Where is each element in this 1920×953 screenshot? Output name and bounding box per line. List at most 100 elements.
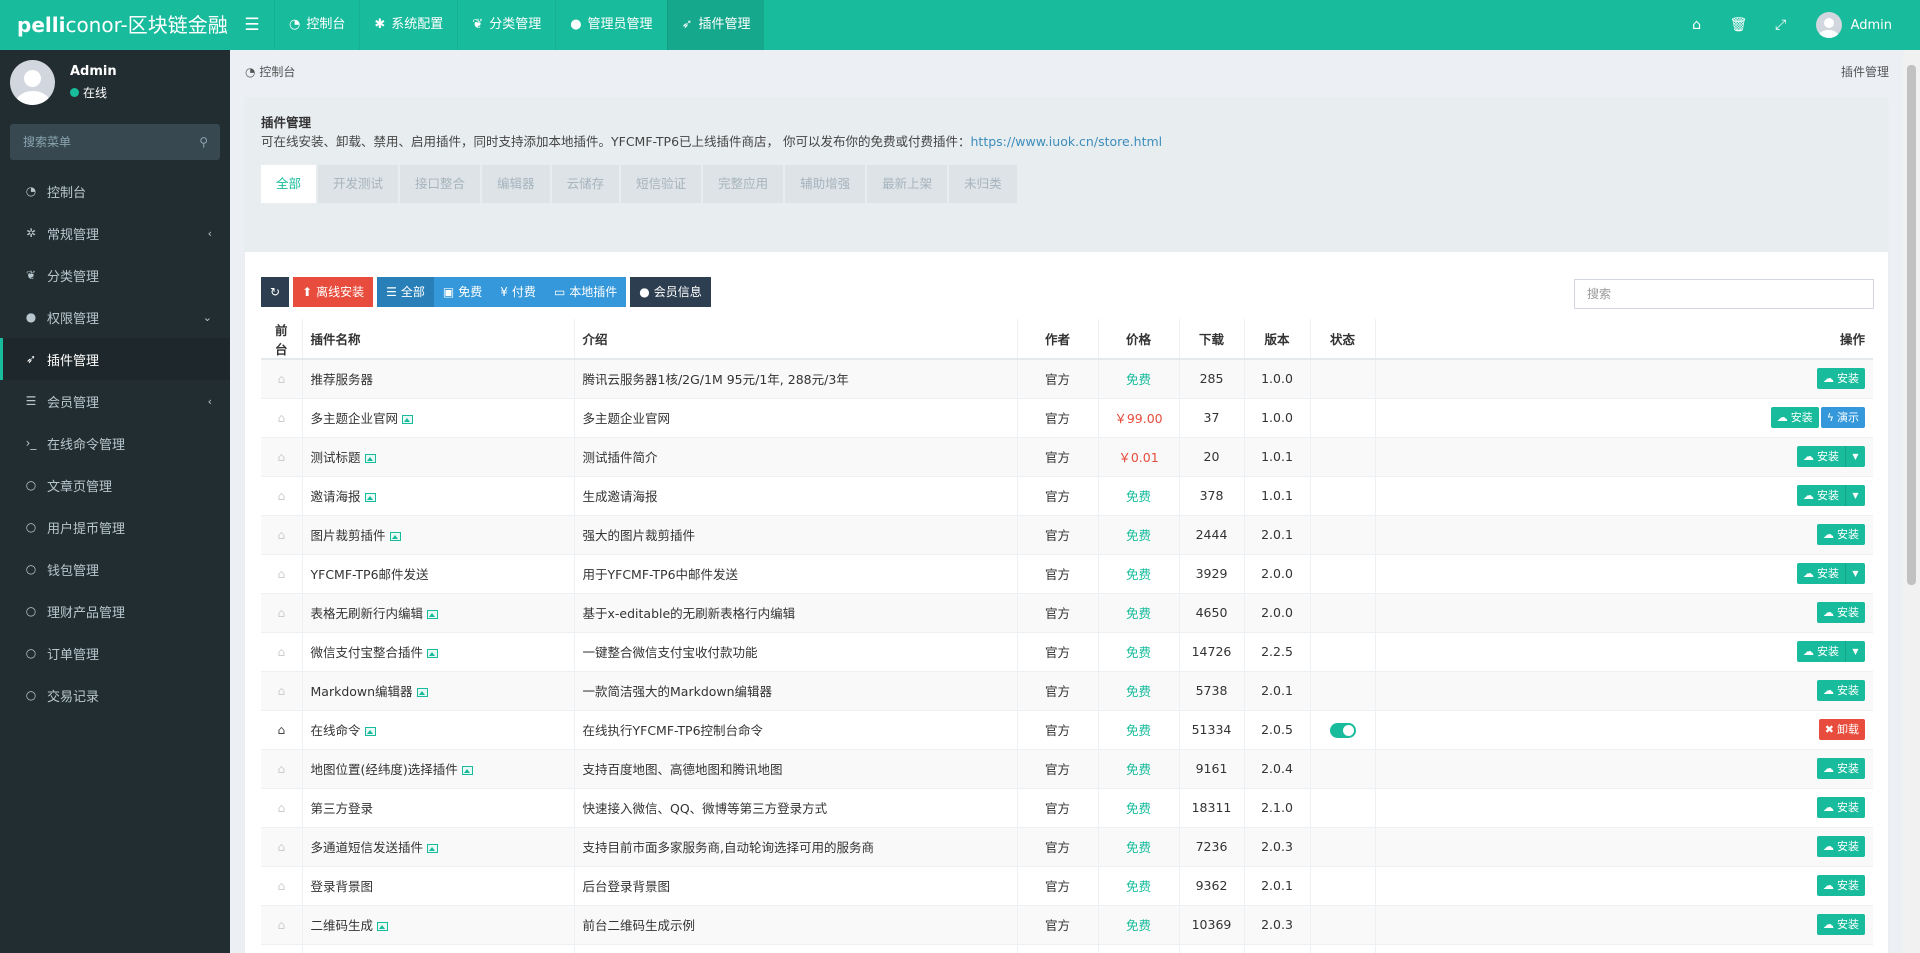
plugin-name[interactable]: 微信支付宝整合插件 xyxy=(311,645,424,660)
install-button[interactable]: ☁ 安装 xyxy=(1817,875,1865,896)
tab-8[interactable]: 最新上架 xyxy=(867,165,948,203)
sidebar-item-9[interactable]: ○ 钱包管理 xyxy=(0,548,230,590)
home-icon[interactable]: ⌂ xyxy=(1676,0,1718,50)
image-icon[interactable] xyxy=(416,688,428,697)
member-info-button[interactable]: ● 会员信息 xyxy=(630,277,711,307)
tab-2[interactable]: 接口整合 xyxy=(400,165,481,203)
tab-1[interactable]: 开发测试 xyxy=(318,165,399,203)
sidebar-toggle-icon[interactable]: ☰ xyxy=(230,0,274,50)
filter-paid-button[interactable]: ¥ 付费 xyxy=(491,277,545,307)
uninstall-button[interactable]: ✖ 卸载 xyxy=(1818,719,1865,740)
app-logo[interactable]: pelliconor-区块链金融 xyxy=(0,0,230,50)
image-icon[interactable] xyxy=(364,493,376,502)
fullscreen-icon[interactable]: ⤢ xyxy=(1760,0,1802,50)
sidebar-item-12[interactable]: ○ 交易记录 xyxy=(0,674,230,716)
install-button[interactable]: ☁ 安装 xyxy=(1817,914,1865,935)
install-button[interactable]: ☁ 安装 xyxy=(1817,758,1865,779)
install-button[interactable]: ☁ 安装 xyxy=(1797,641,1845,662)
caret-down-icon[interactable]: ▼ xyxy=(1845,446,1865,467)
filter-all-button[interactable]: ☰ 全部 xyxy=(377,277,434,307)
plugin-name[interactable]: 表格无刷新行内编辑 xyxy=(311,606,424,621)
install-button[interactable]: ☁ 安装 xyxy=(1817,836,1865,857)
plugin-name[interactable]: Markdown编辑器 xyxy=(311,684,413,699)
column-header[interactable]: 作者 xyxy=(1017,319,1099,360)
tab-7[interactable]: 辅助增强 xyxy=(785,165,866,203)
tab-5[interactable]: 短信验证 xyxy=(621,165,702,203)
sidebar-item-10[interactable]: ○ 理财产品管理 xyxy=(0,590,230,632)
column-header[interactable]: 价格 xyxy=(1098,319,1180,360)
image-icon[interactable] xyxy=(427,610,439,619)
column-header[interactable]: 下载 xyxy=(1179,319,1245,360)
topnav-item-2[interactable]: ❦ 分类管理 xyxy=(457,0,555,50)
home-icon[interactable]: ⌂ xyxy=(277,723,285,737)
plugin-name[interactable]: 测试标题 xyxy=(311,450,361,465)
offline-install-button[interactable]: ⬆ 离线安装 xyxy=(293,277,374,307)
topnav-item-0[interactable]: ◔ 控制台 xyxy=(274,0,359,50)
image-icon[interactable] xyxy=(364,454,376,463)
sidebar-item-11[interactable]: ○ 订单管理 xyxy=(0,632,230,674)
plugin-name[interactable]: 地图位置(经纬度)选择插件 xyxy=(311,762,458,777)
plugin-name[interactable]: 二维码生成 xyxy=(311,918,374,933)
sidebar-item-5[interactable]: ☰ 会员管理 ‹ xyxy=(0,380,230,422)
install-button[interactable]: ☁ 安装 xyxy=(1817,680,1865,701)
trash-icon[interactable]: 🗑 xyxy=(1718,0,1760,50)
image-icon[interactable] xyxy=(389,532,401,541)
refresh-button[interactable]: ↻ xyxy=(261,277,290,307)
sidebar-search-input[interactable] xyxy=(10,124,220,160)
tab-3[interactable]: 编辑器 xyxy=(482,165,550,203)
tab-9[interactable]: 未归类 xyxy=(949,165,1017,203)
install-button[interactable]: ☁ 安装 xyxy=(1817,602,1865,623)
image-icon[interactable] xyxy=(427,649,439,658)
install-button[interactable]: ☁ 安装 xyxy=(1797,485,1845,506)
scrollbar-thumb[interactable] xyxy=(1907,65,1916,585)
sidebar-item-6[interactable]: ›_ 在线命令管理 xyxy=(0,422,230,464)
install-button[interactable]: ☁ 安装 xyxy=(1797,563,1845,584)
caret-down-icon[interactable]: ▼ xyxy=(1845,641,1865,662)
tab-0[interactable]: 全部 xyxy=(261,165,317,203)
status-toggle[interactable] xyxy=(1329,722,1356,738)
plugin-name[interactable]: 多通道短信发送插件 xyxy=(311,840,424,855)
install-button[interactable]: ☁ 安装 xyxy=(1797,446,1845,467)
sidebar-item-7[interactable]: ○ 文章页管理 xyxy=(0,464,230,506)
caret-down-icon[interactable]: ▼ xyxy=(1845,485,1865,506)
image-icon[interactable] xyxy=(427,844,439,853)
table-search-input[interactable] xyxy=(1575,280,1873,308)
column-header[interactable]: 操作 xyxy=(1375,319,1873,360)
search-icon[interactable]: ⚲ xyxy=(199,135,208,149)
column-header[interactable]: 插件名称 xyxy=(302,319,575,360)
install-button[interactable]: ☁ 安装 xyxy=(1770,407,1819,428)
plugin-name[interactable]: 推荐服务器 xyxy=(311,372,374,387)
page-scrollbar[interactable] xyxy=(1903,50,1920,953)
breadcrumb[interactable]: ◔ 控制台 xyxy=(245,63,295,80)
install-button[interactable]: ☁ 安装 xyxy=(1817,524,1865,545)
sidebar-item-3[interactable]: ● 权限管理 ⌄ xyxy=(0,296,230,338)
install-button[interactable]: ☁ 安装 xyxy=(1817,797,1865,818)
topnav-item-3[interactable]: ● 管理员管理 xyxy=(555,0,666,50)
column-header[interactable]: 介绍 xyxy=(574,319,1018,360)
topnav-item-1[interactable]: ✱ 系统配置 xyxy=(359,0,457,50)
image-icon[interactable] xyxy=(377,922,389,931)
sidebar-item-0[interactable]: ◔ 控制台 xyxy=(0,170,230,212)
image-icon[interactable] xyxy=(402,415,414,424)
plugin-name[interactable]: 邀请海报 xyxy=(311,489,361,504)
plugin-name[interactable]: 登录背景图 xyxy=(311,879,374,894)
plugin-name[interactable]: 第三方登录 xyxy=(311,801,374,816)
demo-button[interactable]: ϟ 演示 xyxy=(1820,407,1865,428)
install-button[interactable]: ☁ 安装 xyxy=(1817,368,1865,390)
plugin-name[interactable]: 在线命令 xyxy=(311,723,361,738)
sidebar-item-8[interactable]: ○ 用户提币管理 xyxy=(0,506,230,548)
store-link[interactable]: https://www.iuok.cn/store.html xyxy=(971,134,1163,149)
topnav-item-4[interactable]: ➶ 插件管理 xyxy=(666,0,765,50)
plugin-name[interactable]: 图片裁剪插件 xyxy=(311,528,386,543)
caret-down-icon[interactable]: ▼ xyxy=(1845,563,1865,584)
plugin-name[interactable]: 多主题企业官网 xyxy=(311,411,399,426)
image-icon[interactable] xyxy=(461,766,473,775)
tab-4[interactable]: 云储存 xyxy=(551,165,620,203)
tab-6[interactable]: 完整应用 xyxy=(703,165,784,203)
plugin-name[interactable]: YFCMF-TP6邮件发送 xyxy=(311,567,429,582)
sidebar-item-1[interactable]: ✲ 常规管理 ‹ xyxy=(0,212,230,254)
filter-local-button[interactable]: ▭ 本地插件 xyxy=(544,277,627,307)
sidebar-item-2[interactable]: ❦ 分类管理 xyxy=(0,254,230,296)
column-header[interactable]: 状态 xyxy=(1310,319,1376,360)
image-icon[interactable] xyxy=(364,727,376,736)
